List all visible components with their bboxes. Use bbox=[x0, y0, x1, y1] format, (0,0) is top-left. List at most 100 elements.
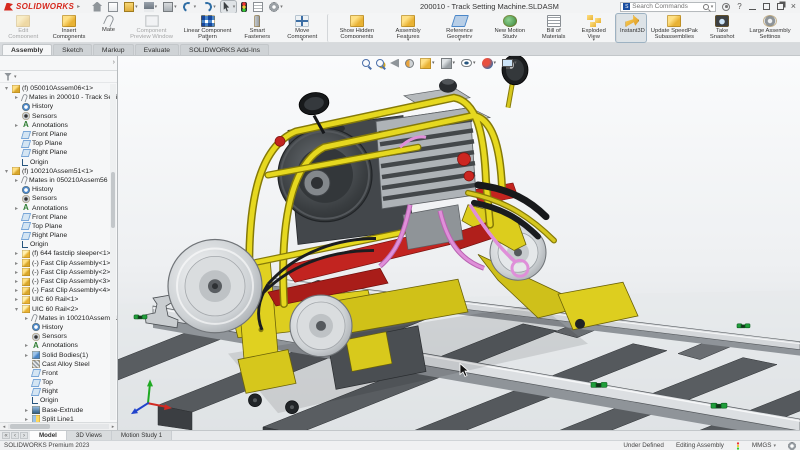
tree-item[interactable]: History bbox=[0, 102, 117, 111]
select-button[interactable]: ▾ bbox=[221, 1, 237, 13]
new-document-button[interactable]: ▾ bbox=[107, 1, 119, 13]
close-icon[interactable]: × bbox=[791, 3, 796, 10]
tree-item[interactable]: ▸ (f) 644 fastclip sleeper<1> bbox=[0, 249, 117, 258]
tab-evaluate[interactable]: Evaluate bbox=[135, 44, 179, 55]
tree-item[interactable]: ▾ UIC 60 Rail<2> bbox=[0, 305, 117, 314]
view-settings-button[interactable]: ▾ bbox=[502, 59, 517, 67]
edit-component-button[interactable]: Edit Component ▾ bbox=[2, 14, 45, 42]
tree-item[interactable]: ▸ (-) Fast Clip Assembly<4> bbox=[0, 286, 117, 295]
assembly-features-button[interactable]: Assembly Features ▾ bbox=[383, 14, 433, 42]
mate-button[interactable]: Mate ▾ bbox=[94, 14, 124, 42]
3d-views-tab[interactable]: 3D Views bbox=[67, 431, 112, 440]
featuremanager-tab[interactable] bbox=[4, 58, 14, 68]
expander-icon[interactable]: ▸ bbox=[13, 177, 20, 184]
restore-icon[interactable] bbox=[777, 3, 784, 10]
expander-icon[interactable]: ▸ bbox=[13, 269, 20, 276]
display-style-button[interactable]: ▾ bbox=[441, 58, 456, 69]
search-caret-icon[interactable]: ▾ bbox=[711, 4, 714, 10]
move-component-button[interactable]: Move Component ▾ bbox=[279, 14, 325, 42]
panel-overflow-icon[interactable]: › bbox=[113, 59, 115, 66]
minimize-icon[interactable] bbox=[749, 3, 756, 10]
search-input[interactable] bbox=[632, 3, 700, 10]
propertymanager-tab[interactable] bbox=[20, 58, 30, 68]
tree-item[interactable]: ▸ UIC 60 Rail<1> bbox=[0, 295, 117, 304]
tab-sketch[interactable]: Sketch bbox=[53, 44, 92, 55]
zoom-area-button[interactable]: ▾ bbox=[376, 59, 384, 67]
tree-item[interactable]: ▸ Mates in 200010 - Track Setting Ma bbox=[0, 93, 117, 102]
print-button[interactable]: ▾ bbox=[162, 1, 178, 13]
tree-item[interactable]: Sensors bbox=[0, 194, 117, 203]
search-commands-box[interactable]: S ▾ bbox=[620, 2, 716, 12]
tab-nav-next-icon[interactable]: › bbox=[20, 432, 28, 439]
tree-item[interactable]: ▸ Solid Bodies(1) bbox=[0, 350, 117, 359]
tree-item[interactable]: ▸ Mates in 050210Assem56 bbox=[0, 176, 117, 185]
view-orientation-button[interactable]: ▾ bbox=[420, 58, 435, 69]
tree-horizontal-scrollbar[interactable]: ◂ ▸ bbox=[0, 422, 117, 430]
tree-item[interactable]: Right Plane bbox=[0, 148, 117, 157]
tree-item[interactable]: Front bbox=[0, 369, 117, 378]
rebuild-button[interactable]: ▾ bbox=[240, 1, 248, 13]
expander-icon[interactable]: ▾ bbox=[13, 306, 20, 313]
tree-item[interactable]: Sensors bbox=[0, 332, 117, 341]
tree-item[interactable]: Cast Alloy Steel bbox=[0, 360, 117, 369]
linear-component-pattern-button[interactable]: Linear Component Pattern ▾ bbox=[180, 14, 236, 42]
instant3d-button[interactable]: Instant3D ▾ bbox=[616, 14, 647, 42]
v-scroll-thumb[interactable] bbox=[111, 172, 115, 228]
red-knob-right-2[interactable] bbox=[464, 171, 474, 181]
search-icon[interactable] bbox=[703, 4, 709, 10]
show-hidden-components-button[interactable]: Show Hidden Components ▾ bbox=[327, 14, 383, 42]
tree-item[interactable]: Right bbox=[0, 387, 117, 396]
login-icon[interactable] bbox=[722, 3, 730, 11]
tab-nav-prev-icon[interactable]: ‹ bbox=[11, 432, 19, 439]
expander-icon[interactable]: ▸ bbox=[13, 250, 20, 257]
tree-item[interactable]: Origin bbox=[0, 396, 117, 405]
maximize-icon[interactable] bbox=[763, 3, 770, 10]
tree-item[interactable]: Top Plane bbox=[0, 139, 117, 148]
tree-item[interactable]: Top bbox=[0, 378, 117, 387]
tree-item[interactable]: ▸ (-) Fast Clip Assembly<1> bbox=[0, 259, 117, 268]
tab-markup[interactable]: Markup bbox=[93, 44, 134, 55]
model-tab[interactable]: Model bbox=[30, 431, 67, 440]
tree-item[interactable]: Top Plane bbox=[0, 222, 117, 231]
take-snapshot-button[interactable]: Take Snapshot ▾ bbox=[702, 14, 742, 42]
tab-nav-first-icon[interactable]: « bbox=[2, 432, 10, 439]
configurationmanager-tab[interactable] bbox=[36, 58, 46, 68]
bill-of-materials-button[interactable]: Bill of Materials ▾ bbox=[533, 14, 574, 42]
unit-system-selector[interactable]: MMGS ▾ bbox=[752, 442, 776, 449]
tree-item[interactable]: ▸ Mates in 100210Assem51 bbox=[0, 314, 117, 323]
tree-item[interactable]: ▸ (-) Fast Clip Assembly<3> bbox=[0, 277, 117, 286]
tree-item[interactable]: ▾ (f) 050010Assem06<1> bbox=[0, 84, 117, 93]
dimxpertmanager-tab[interactable] bbox=[52, 58, 62, 68]
expander-icon[interactable]: ▸ bbox=[23, 407, 30, 414]
insert-components-button[interactable]: Insert Components ▾ bbox=[45, 14, 94, 42]
tab-assembly[interactable]: Assembly bbox=[2, 44, 52, 55]
expander-icon[interactable]: ▸ bbox=[13, 94, 20, 101]
tree-item[interactable]: History bbox=[0, 323, 117, 332]
help-icon[interactable]: ? bbox=[737, 2, 741, 11]
tree-vertical-scrollbar[interactable] bbox=[110, 84, 116, 420]
expander-icon[interactable]: ▸ bbox=[13, 296, 20, 303]
filter-caret-icon[interactable]: ▾ bbox=[14, 74, 17, 80]
tree-item[interactable]: History bbox=[0, 185, 117, 194]
tree-item[interactable]: ▸ Annotations bbox=[0, 121, 117, 130]
scroll-right-icon[interactable]: ▸ bbox=[109, 424, 117, 430]
update-speedpak-button[interactable]: Update SpeedPak Subassemblies ▾ bbox=[646, 14, 702, 42]
tab-solidworks-add-ins[interactable]: SOLIDWORKS Add-Ins bbox=[180, 44, 269, 55]
scroll-left-icon[interactable]: ◂ bbox=[0, 424, 8, 430]
expander-icon[interactable]: ▸ bbox=[13, 278, 20, 285]
expander-icon[interactable]: ▸ bbox=[23, 342, 30, 349]
redo-button[interactable]: ▾ bbox=[201, 1, 217, 13]
rear-roller[interactable] bbox=[575, 319, 585, 329]
tree-item[interactable]: ▸ Base-Extrude bbox=[0, 406, 117, 415]
3d-scene[interactable] bbox=[118, 56, 800, 430]
h-scroll-thumb[interactable] bbox=[10, 424, 50, 429]
exploded-view-button[interactable]: Exploded View ▾ bbox=[574, 14, 614, 42]
expander-icon[interactable]: ▸ bbox=[13, 122, 20, 129]
expander-icon[interactable]: ▾ bbox=[3, 168, 10, 175]
open-button[interactable]: ▾ bbox=[123, 1, 139, 13]
file-properties-button[interactable]: ▾ bbox=[252, 1, 264, 13]
status-options-icon[interactable] bbox=[788, 442, 796, 450]
section-view-button[interactable]: ▾ bbox=[405, 59, 414, 68]
expander-icon[interactable]: ▸ bbox=[23, 352, 30, 359]
options-button[interactable]: ▾ bbox=[268, 1, 284, 13]
